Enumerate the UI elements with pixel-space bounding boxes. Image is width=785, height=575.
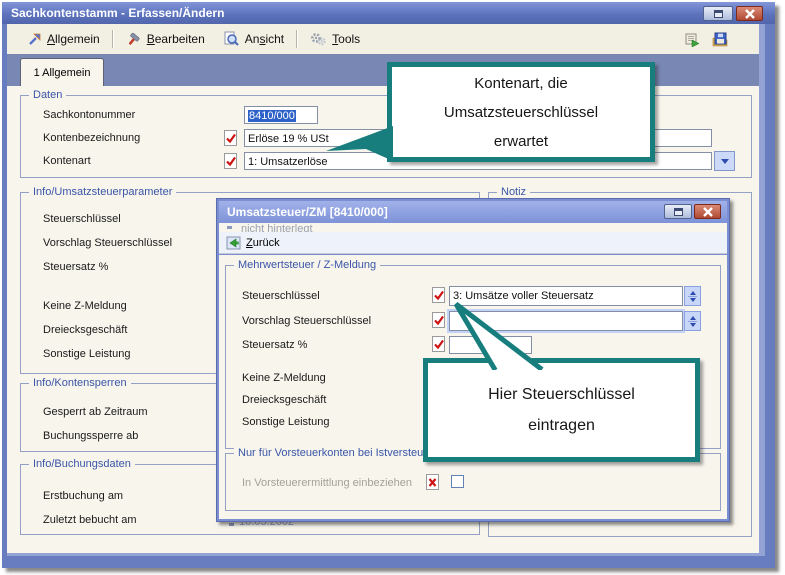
menu-bearbeiten[interactable]: Bearbeiten [117,31,214,47]
keine-z-meldung-label: Keine Z-Meldung [43,300,127,312]
steuerschluessel-spinner[interactable] [684,286,701,306]
vorschlag-steuerschluessel-label: Vorschlag Steuerschlüssel [43,237,172,249]
selected-text: 8410/000 [248,110,296,122]
clipped-background-strip: nicht hinterlegt [219,223,727,232]
vorsteuerermittlung-label: In Vorsteuerermittlung einbeziehen [242,477,412,489]
close-button[interactable] [736,6,763,21]
toolbar-right [684,31,759,47]
callout-kontenart: Kontenart, die Umsatzsteuerschlüssel erw… [387,62,655,162]
sonstige-leistung-label: Sonstige Leistung [43,348,130,360]
book-refresh-icon[interactable] [684,31,701,47]
close-icon [744,9,756,19]
callout-tail [320,115,400,170]
restore-icon [714,10,723,18]
steuersatz-label: Steuersatz % [43,261,108,273]
dreiecksgeschaeft-label: Dreiecksgeschäft [43,324,127,336]
steuerschluessel-peek-value: nicht hinterlegt [241,223,313,232]
red-check-note-icon[interactable] [223,153,238,169]
gears-icon [310,31,327,47]
group-ust-label: Info/Umsatzsteuerparameter [29,186,176,199]
main-titlebar: Sachkontenstamm - Erfassen/Ändern [2,2,775,24]
spinner-up-icon [690,288,696,295]
dialog-restore-button[interactable] [664,204,692,219]
save-icon[interactable] [712,31,729,47]
menu-tools[interactable]: Tools [301,31,369,47]
vorsteuerermittlung-checkbox[interactable] [451,475,464,488]
group-buchung-label: Info/Buchungsdaten [29,458,135,471]
zurueck-button[interactable]: Zurück [246,237,280,249]
window-border-inner [7,553,765,556]
toolbar-separator [112,30,114,48]
spinner-down-icon [690,323,696,330]
window-border-inner [759,24,765,553]
main-toolbar: Allgemein Bearbeiten Ansicht [7,24,759,54]
window-title: Sachkontenstamm - Erfassen/Ändern [11,6,224,20]
callout-steuerschluessel: Hier Steuerschlüssel eintragen [423,358,700,462]
dialog-close-button[interactable] [694,204,721,219]
sachkontonummer-label: Sachkontonummer [43,109,135,121]
keine-z-meldung-label: Keine Z-Meldung [242,372,326,384]
red-check-note-icon[interactable] [223,130,238,146]
dreiecksgeschaeft-label: Dreiecksgeschäft [242,394,326,406]
steuersatz-label: Steuersatz % [242,339,307,351]
group-mwst-label: Mehrwertsteuer / Z-Meldung [234,259,380,272]
sonstige-leistung-label: Sonstige Leistung [242,416,329,428]
toolbar-separator [296,30,298,48]
steuerschluessel-label: Steuerschlüssel [242,290,320,302]
erstbuchung-label: Erstbuchung am [43,490,123,502]
group-daten-label: Daten [29,89,66,102]
restore-icon [674,208,683,216]
back-arrow-icon [226,235,241,250]
hammer-icon [126,31,142,47]
sachkontonummer-field[interactable]: 8410/000 [244,106,318,124]
zuletzt-bebucht-label: Zuletzt bebucht am [43,514,137,526]
buchungssperre-label: Buchungssperre ab [43,430,138,442]
callout-tail [438,296,548,370]
tab-allgemein[interactable]: 1 Allgemein [20,58,104,86]
vorschlag-spinner[interactable] [684,311,701,331]
close-icon [702,207,714,217]
dialog-toolbar: Zurück [219,232,727,254]
kontenart-dropdown-button[interactable] [714,151,735,171]
chevron-down-icon [721,159,729,168]
spinner-down-icon [690,298,696,305]
red-x-note-icon[interactable] [425,474,440,490]
restore-button[interactable] [703,6,733,21]
menu-ansicht[interactable]: Ansicht [214,31,293,47]
ne-arrow-icon [26,31,42,47]
vorschlag-steuerschluessel-label: Vorschlag Steuerschlüssel [242,315,371,327]
value-bullet [227,226,232,229]
menu-allgemein[interactable]: Allgemein [17,31,109,47]
group-sperren-label: Info/Kontensperren [29,377,131,390]
steuerschluessel-label: Steuerschlüssel [43,213,121,225]
magnifier-icon [223,31,240,47]
kontenbezeichnung-label: Kontenbezeichnung [43,132,140,144]
dialog-titlebar: Umsatzsteuer/ZM [8410/000] [219,201,727,223]
kontenart-label: Kontenart [43,155,91,167]
spinner-up-icon [690,313,696,320]
dialog-title: Umsatzsteuer/ZM [8410/000] [227,205,388,219]
value-bullet [229,523,234,526]
group-vorsteuer-label: Nur für Vorsteuerkonten bei Istversteuer [234,447,437,460]
gesperrt-ab-label: Gesperrt ab Zeitraum [43,406,148,418]
